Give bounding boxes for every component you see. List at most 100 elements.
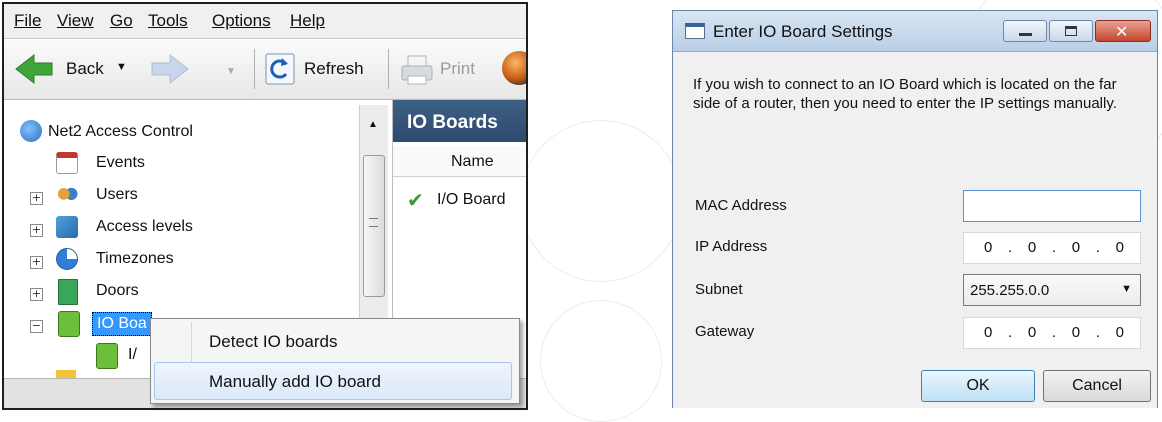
menu-label: View: [57, 11, 94, 30]
mac-address-input[interactable]: [963, 190, 1141, 222]
ip-address-input[interactable]: 0. 0. 0. 0: [963, 232, 1141, 264]
tree-item-label: Doors: [96, 282, 139, 299]
tree-item-label: Timezones: [96, 250, 174, 267]
dot-separator: .: [1051, 239, 1057, 256]
menu-options[interactable]: Options: [212, 11, 271, 31]
column-header-name[interactable]: Name: [451, 153, 494, 171]
tree-root[interactable]: Net2 Access Control: [4, 118, 354, 148]
back-dropdown-icon[interactable]: ▼: [116, 61, 127, 73]
menu-label: Tools: [148, 11, 188, 30]
dialog-title: Enter IO Board Settings: [713, 22, 893, 41]
menu-go[interactable]: Go: [110, 11, 133, 31]
tree-item-timezones[interactable]: + Timezones: [4, 246, 354, 276]
close-button[interactable]: ✕: [1095, 20, 1151, 42]
ok-button[interactable]: OK: [921, 370, 1035, 402]
ip-octets: 0. 0. 0. 0: [964, 239, 1140, 256]
context-menu: Detect IO boards Manually add IO board: [150, 318, 520, 404]
subnet-select[interactable]: 255.255.0.0 ▼: [963, 274, 1141, 306]
io-board-settings-dialog: Enter IO Board Settings ✕ If you wish to…: [672, 10, 1158, 408]
close-icon: ✕: [1115, 22, 1129, 41]
back-arrow-icon: [15, 53, 53, 85]
ip-octet[interactable]: 0: [1116, 239, 1124, 256]
collapse-icon[interactable]: −: [30, 320, 43, 333]
tree-item-label-selected: IO Boa: [92, 312, 152, 336]
tree-item-doors[interactable]: + Doors: [4, 278, 354, 308]
menu-label: File: [14, 11, 42, 30]
tree-item-events[interactable]: Events: [4, 150, 354, 180]
refresh-label: Refresh: [304, 59, 364, 78]
gateway-input[interactable]: 0. 0. 0. 0: [963, 317, 1141, 349]
gateway-octet[interactable]: 0: [1116, 324, 1124, 341]
menu-bar: File View Go Tools Options Help: [4, 4, 526, 39]
refresh-button[interactable]: Refresh: [262, 47, 378, 91]
tree-item-users[interactable]: + Users: [4, 182, 354, 212]
clock-icon: [56, 248, 78, 270]
gateway-octet[interactable]: 0: [984, 324, 992, 341]
menu-help[interactable]: Help: [290, 11, 325, 31]
dot-separator: .: [1008, 239, 1013, 256]
dot-separator: .: [1095, 239, 1100, 256]
expand-icon[interactable]: +: [30, 288, 43, 301]
ip-octet[interactable]: 0: [1028, 239, 1036, 256]
menu-label: Help: [290, 11, 325, 30]
users-icon: [56, 184, 78, 206]
dot-separator: .: [1051, 324, 1057, 341]
gateway-octets: 0. 0. 0. 0: [964, 324, 1140, 341]
gateway-label: Gateway: [695, 323, 755, 340]
calendar-icon: [56, 152, 78, 174]
scroll-thumb[interactable]: [363, 155, 385, 297]
forward-dropdown-icon[interactable]: ▼: [226, 66, 236, 77]
table-cell-name: I/O Board: [437, 191, 506, 208]
ip-octet[interactable]: 0: [984, 239, 992, 256]
print-button[interactable]: Print: [398, 47, 488, 91]
column-header-row: Name: [393, 146, 526, 177]
cancel-button[interactable]: Cancel: [1043, 370, 1151, 402]
menu-file[interactable]: File: [14, 11, 41, 31]
io-board-icon: [96, 343, 118, 369]
toolbar-separator: [388, 49, 389, 89]
ip-address-label: IP Address: [695, 238, 768, 255]
menu-label: Go: [110, 11, 133, 30]
io-board-icon: [58, 311, 80, 337]
menu-item-manually-add-io-board[interactable]: Manually add IO board: [154, 362, 512, 400]
table-row[interactable]: ✔ I/O Board: [393, 186, 526, 216]
chevron-down-icon: ▼: [1121, 283, 1132, 295]
network-icon: [20, 120, 42, 142]
dot-separator: .: [1095, 324, 1100, 341]
partial-tree-icon: [56, 370, 76, 378]
help-globe-icon[interactable]: [502, 51, 526, 85]
dialog-body: If you wish to connect to an IO Board wh…: [673, 52, 1157, 408]
maximize-button[interactable]: [1049, 20, 1093, 42]
access-levels-icon: [56, 216, 78, 238]
tree-item-label: Users: [96, 186, 138, 203]
minimize-button[interactable]: [1003, 20, 1047, 42]
expand-icon[interactable]: +: [30, 224, 43, 237]
dot-separator: .: [1008, 324, 1013, 341]
gateway-octet[interactable]: 0: [1028, 324, 1036, 341]
minimize-icon: [1019, 33, 1032, 36]
expand-icon[interactable]: +: [30, 192, 43, 205]
panel-header: IO Boards: [393, 100, 526, 142]
back-button[interactable]: Back ▼: [10, 47, 146, 91]
tree-root-label: Net2 Access Control: [48, 123, 193, 140]
gateway-octet[interactable]: 0: [1072, 324, 1080, 341]
mac-address-label: MAC Address: [695, 197, 787, 214]
scroll-up-icon[interactable]: ▲: [368, 119, 378, 130]
tree-item-access-levels[interactable]: + Access levels: [4, 214, 354, 244]
menu-item-detect-io-boards[interactable]: Detect IO boards: [151, 322, 519, 360]
menu-tools[interactable]: Tools: [148, 11, 188, 31]
forward-arrow-icon[interactable]: [148, 51, 192, 87]
expand-icon[interactable]: +: [30, 256, 43, 269]
maximize-icon: [1065, 26, 1077, 36]
grip-icon: [369, 218, 378, 227]
menu-view[interactable]: View: [57, 11, 94, 31]
dialog-title-bar: Enter IO Board Settings ✕: [673, 11, 1157, 52]
menu-item-label: Detect IO boards: [209, 332, 338, 351]
background-decoration: [520, 120, 682, 282]
toolbar-separator: [254, 49, 255, 89]
toolbar: Back ▼ ▼ Refresh Print: [4, 39, 526, 100]
ip-octet[interactable]: 0: [1072, 239, 1080, 256]
subnet-label: Subnet: [695, 281, 743, 298]
refresh-icon: [265, 53, 295, 85]
printer-icon: [401, 55, 433, 85]
